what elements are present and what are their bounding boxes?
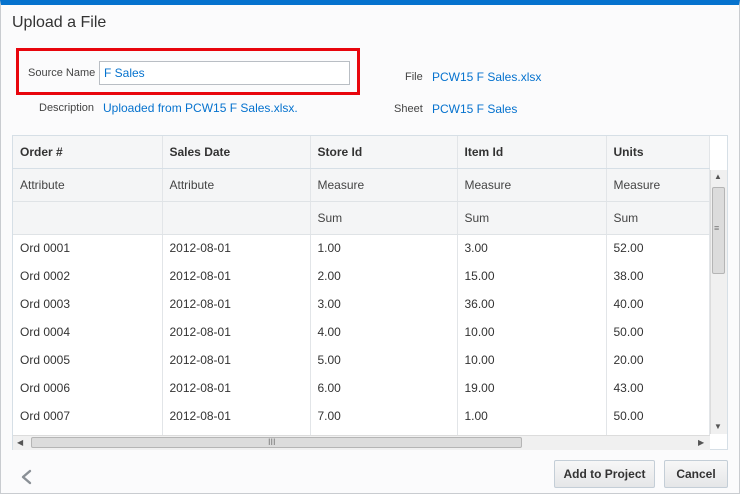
file-label: File bbox=[405, 71, 423, 83]
table-cell: 2012-08-01 bbox=[162, 290, 311, 318]
type-row: Attribute Attribute Measure Measure Meas… bbox=[13, 168, 710, 202]
table-cell: 3.00 bbox=[457, 234, 607, 262]
table-cell: Ord 0004 bbox=[13, 318, 163, 346]
table-cell: 19.00 bbox=[457, 374, 607, 402]
table-cell: 38.00 bbox=[606, 262, 710, 290]
upload-file-dialog: Upload a File Source Name Description Up… bbox=[0, 0, 740, 494]
table-cell: 2012-08-01 bbox=[162, 374, 311, 402]
horizontal-scroll-thumb[interactable] bbox=[31, 437, 522, 448]
table-cell: 3.00 bbox=[310, 290, 458, 318]
table-cell: 1.00 bbox=[310, 234, 458, 262]
aggregation-cell[interactable]: Sum bbox=[606, 201, 710, 235]
preview-table: Order # Sales Date Store Id Item Id Unit… bbox=[13, 136, 710, 449]
table-cell: Ord 0006 bbox=[13, 374, 163, 402]
chevron-left-icon[interactable] bbox=[18, 465, 36, 489]
column-header[interactable]: Item Id bbox=[457, 136, 607, 169]
add-to-project-button[interactable]: Add to Project bbox=[554, 460, 655, 488]
cancel-button[interactable]: Cancel bbox=[664, 460, 728, 488]
table-row: Ord 0005 2012-08-01 5.00 10.00 20.00 bbox=[13, 346, 710, 374]
header-row: Order # Sales Date Store Id Item Id Unit… bbox=[13, 136, 710, 169]
table-cell: 15.00 bbox=[457, 262, 607, 290]
table-cell: Ord 0007 bbox=[13, 402, 163, 430]
table-cell: Ord 0002 bbox=[13, 262, 163, 290]
table-cell: 2012-08-01 bbox=[162, 262, 311, 290]
grip-icon: III bbox=[268, 437, 276, 447]
column-type-cell[interactable]: Measure bbox=[457, 168, 607, 202]
table-cell: 2012-08-01 bbox=[162, 346, 311, 374]
scroll-right-icon[interactable]: ▶ bbox=[698, 439, 704, 447]
aggregation-cell[interactable] bbox=[13, 201, 163, 235]
aggregation-cell[interactable]: Sum bbox=[310, 201, 458, 235]
sheet-label: Sheet bbox=[394, 103, 423, 115]
table-cell: 10.00 bbox=[457, 346, 607, 374]
grip-icon: ≡ bbox=[714, 223, 720, 233]
table-cell: 43.00 bbox=[606, 374, 710, 402]
column-header[interactable]: Sales Date bbox=[162, 136, 311, 169]
table-row: Ord 0006 2012-08-01 6.00 19.00 43.00 bbox=[13, 374, 710, 402]
table-cell: 2012-08-01 bbox=[162, 402, 311, 430]
table-cell: 50.00 bbox=[606, 402, 710, 430]
aggregation-cell[interactable] bbox=[162, 201, 311, 235]
data-preview-grid: Order # Sales Date Store Id Item Id Unit… bbox=[12, 135, 728, 450]
table-row: Ord 0001 2012-08-01 1.00 3.00 52.00 bbox=[13, 234, 710, 262]
table-cell: 2012-08-01 bbox=[162, 318, 311, 346]
table-cell: 2012-08-01 bbox=[162, 234, 311, 262]
table-cell: 50.00 bbox=[606, 318, 710, 346]
aggregation-row: Sum Sum Sum bbox=[13, 201, 710, 235]
description-label: Description bbox=[39, 102, 95, 114]
table-cell: 20.00 bbox=[606, 346, 710, 374]
table-cell: 40.00 bbox=[606, 290, 710, 318]
source-name-input[interactable] bbox=[99, 61, 350, 85]
table-cell: 1.00 bbox=[457, 402, 607, 430]
aggregation-cell[interactable]: Sum bbox=[457, 201, 607, 235]
table-cell: 7.00 bbox=[310, 402, 458, 430]
scroll-up-icon[interactable]: ▲ bbox=[714, 173, 722, 181]
column-header[interactable]: Units bbox=[606, 136, 710, 169]
table-cell: 5.00 bbox=[310, 346, 458, 374]
sheet-value: PCW15 F Sales bbox=[432, 102, 518, 116]
table-cell: 4.00 bbox=[310, 318, 458, 346]
table-cell: 36.00 bbox=[457, 290, 607, 318]
column-type-cell[interactable]: Attribute bbox=[13, 168, 163, 202]
table-cell: Ord 0003 bbox=[13, 290, 163, 318]
column-type-cell[interactable]: Measure bbox=[310, 168, 458, 202]
table-row: Ord 0002 2012-08-01 2.00 15.00 38.00 bbox=[13, 262, 710, 290]
table-cell: Ord 0005 bbox=[13, 346, 163, 374]
column-type-cell[interactable]: Measure bbox=[606, 168, 710, 202]
table-cell: 2.00 bbox=[310, 262, 458, 290]
column-header[interactable]: Store Id bbox=[310, 136, 458, 169]
table-row: Ord 0003 2012-08-01 3.00 36.00 40.00 bbox=[13, 290, 710, 318]
column-header[interactable]: Order # bbox=[13, 136, 163, 169]
description-value: Uploaded from PCW15 F Sales.xlsx. bbox=[103, 101, 298, 115]
scroll-down-icon[interactable]: ▼ bbox=[714, 423, 722, 431]
table-cell: 10.00 bbox=[457, 318, 607, 346]
file-value: PCW15 F Sales.xlsx bbox=[432, 70, 542, 84]
source-name-label: Source Name bbox=[28, 67, 96, 79]
column-type-cell[interactable]: Attribute bbox=[162, 168, 311, 202]
table-cell: 52.00 bbox=[606, 234, 710, 262]
dialog-title: Upload a File bbox=[12, 14, 107, 31]
scroll-left-icon[interactable]: ◀ bbox=[17, 439, 23, 447]
table-row: Ord 0007 2012-08-01 7.00 1.00 50.00 bbox=[13, 402, 710, 430]
table-cell: Ord 0001 bbox=[13, 234, 163, 262]
table-cell: 6.00 bbox=[310, 374, 458, 402]
table-row: Ord 0004 2012-08-01 4.00 10.00 50.00 bbox=[13, 318, 710, 346]
